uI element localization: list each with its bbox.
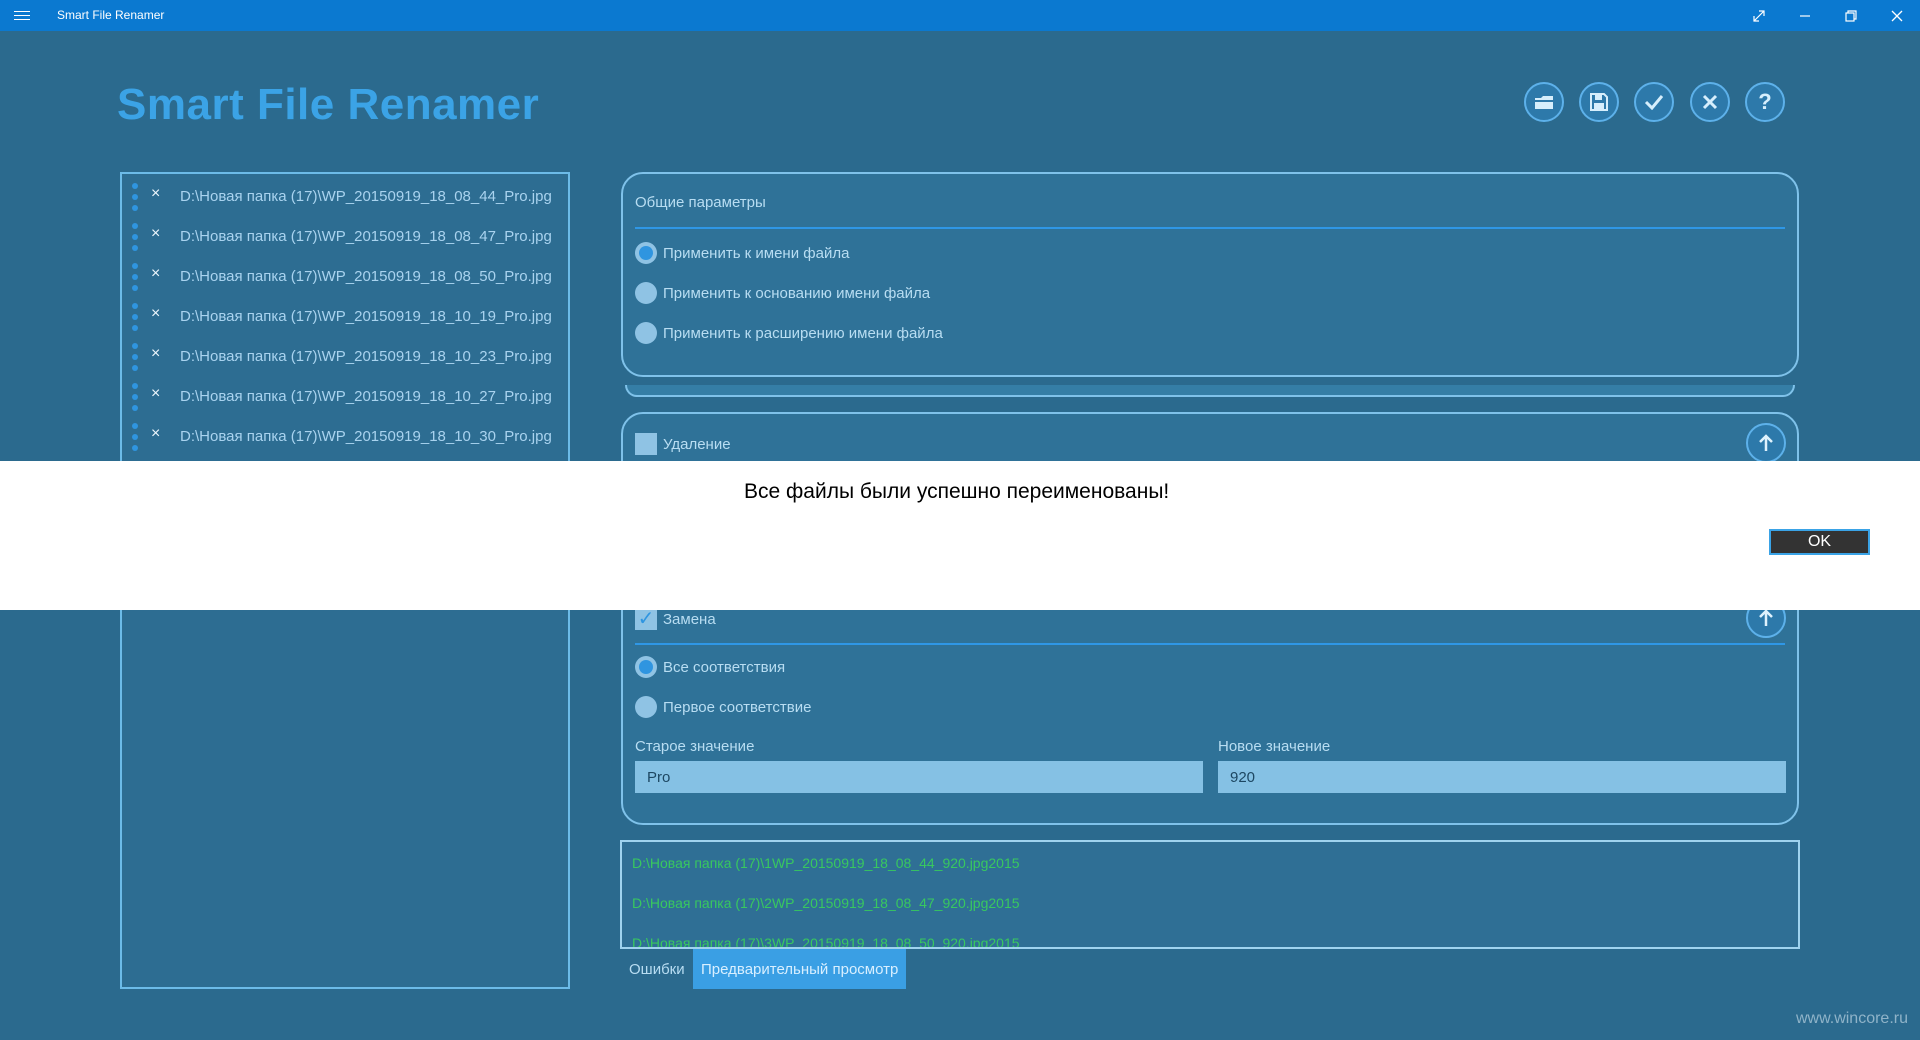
replace-label: Замена: [663, 611, 716, 628]
open-folder-button[interactable]: [1524, 82, 1564, 122]
check-icon: [1644, 95, 1664, 110]
dialog-message: Все файлы были успешно переименованы!: [744, 480, 1170, 503]
panel-peek: [625, 385, 1795, 397]
file-item[interactable]: × D:\Новая папка (17)\WP_20150919_18_08_…: [122, 256, 568, 296]
arrow-up-icon: [1759, 434, 1773, 451]
old-value-input[interactable]: [635, 761, 1203, 793]
file-path: D:\Новая папка (17)\WP_20150919_18_10_19…: [180, 308, 552, 325]
radio-label: Применить к имени файла: [663, 245, 850, 262]
fullscreen-button[interactable]: [1736, 0, 1782, 31]
file-item[interactable]: × D:\Новая папка (17)\WP_20150919_18_10_…: [122, 296, 568, 336]
divider: [635, 227, 1785, 229]
minimize-button[interactable]: [1782, 0, 1828, 31]
new-value-input[interactable]: [1218, 761, 1786, 793]
radio-first-match[interactable]: [635, 696, 657, 718]
file-item[interactable]: × D:\Новая папка (17)\WP_20150919_18_10_…: [122, 376, 568, 416]
help-icon: ?: [1758, 89, 1772, 114]
radio-label: Первое соответствие: [663, 699, 812, 716]
new-value-label: Новое значение: [1218, 738, 1331, 755]
radio-label: Применить к расширению имени файла: [663, 325, 943, 342]
folder-icon: [1535, 96, 1553, 109]
file-path: D:\Новая папка (17)\WP_20150919_18_10_23…: [180, 348, 552, 365]
tab-errors[interactable]: Ошибки: [621, 949, 693, 989]
delete-checkbox[interactable]: [635, 433, 657, 455]
window-title: Smart File Renamer: [57, 8, 165, 22]
preview-line: D:\Новая папка (17)\3WP_20150919_18_08_5…: [632, 935, 1020, 949]
drag-handle-icon[interactable]: [132, 383, 138, 411]
panel-title: Общие параметры: [635, 194, 766, 211]
remove-file-icon[interactable]: ×: [151, 185, 160, 203]
file-path: D:\Новая папка (17)\WP_20150919_18_08_50…: [180, 268, 552, 285]
drag-handle-icon[interactable]: [132, 223, 138, 251]
drag-handle-icon[interactable]: [132, 343, 138, 371]
radio-apply-basename[interactable]: [635, 282, 657, 304]
drag-handle-icon[interactable]: [132, 423, 138, 451]
preview-line: D:\Новая папка (17)\2WP_20150919_18_08_4…: [632, 895, 1020, 911]
preview-line: D:\Новая папка (17)\1WP_20150919_18_08_4…: [632, 855, 1020, 871]
remove-file-icon[interactable]: ×: [151, 425, 160, 443]
clear-button[interactable]: [1690, 82, 1730, 122]
file-path: D:\Новая папка (17)\WP_20150919_18_10_30…: [180, 428, 552, 445]
file-item[interactable]: × D:\Новая папка (17)\WP_20150919_18_10_…: [122, 336, 568, 376]
close-window-button[interactable]: [1874, 0, 1920, 31]
drag-handle-icon[interactable]: [132, 263, 138, 291]
radio-apply-extension[interactable]: [635, 322, 657, 344]
file-path: D:\Новая папка (17)\WP_20150919_18_10_27…: [180, 388, 552, 405]
file-path: D:\Новая папка (17)\WP_20150919_18_08_47…: [180, 228, 552, 245]
file-path: D:\Новая папка (17)\WP_20150919_18_08_44…: [180, 188, 552, 205]
delete-label: Удаление: [663, 436, 731, 453]
arrow-up-icon: [1759, 609, 1773, 626]
app-title: Smart File Renamer: [117, 80, 540, 129]
old-value-label: Старое значение: [635, 738, 755, 755]
restore-icon: [1845, 9, 1857, 22]
file-item[interactable]: × D:\Новая папка (17)\WP_20150919_18_10_…: [122, 416, 568, 456]
hamburger-icon[interactable]: [14, 8, 30, 22]
close-icon: [1702, 94, 1718, 110]
save-button[interactable]: [1579, 82, 1619, 122]
preview-list[interactable]: D:\Новая папка (17)\1WP_20150919_18_08_4…: [620, 840, 1800, 949]
expand-icon: [1753, 9, 1765, 22]
drag-handle-icon[interactable]: [132, 183, 138, 211]
move-up-button[interactable]: [1746, 423, 1786, 463]
remove-file-icon[interactable]: ×: [151, 305, 160, 323]
file-item[interactable]: × D:\Новая папка (17)\WP_20150919_18_08_…: [122, 176, 568, 216]
minimize-icon: [1800, 14, 1810, 17]
watermark: www.wincore.ru: [1795, 1010, 1908, 1027]
radio-label: Применить к основанию имени файла: [663, 285, 931, 302]
drag-handle-icon[interactable]: [132, 303, 138, 331]
remove-file-icon[interactable]: ×: [151, 225, 160, 243]
close-icon: [1891, 10, 1903, 21]
help-button[interactable]: ?: [1745, 82, 1785, 122]
ok-button[interactable]: OK: [1769, 529, 1870, 555]
success-dialog: Все файлы были успешно переименованы! OK: [0, 461, 1920, 610]
radio-label: Все соответствия: [663, 659, 786, 676]
radio-apply-filename[interactable]: [635, 242, 657, 264]
title-bar: Smart File Renamer: [0, 0, 1920, 31]
radio-all-matches[interactable]: [635, 656, 657, 678]
general-params-panel: Общие параметры Применить к имени файла …: [621, 172, 1799, 377]
apply-button[interactable]: [1634, 82, 1674, 122]
divider: [635, 643, 1785, 645]
tab-preview[interactable]: Предварительный просмотр: [693, 949, 907, 989]
remove-file-icon[interactable]: ×: [151, 265, 160, 283]
replace-panel: ✓ Замена Все соответствия Первое соответ…: [621, 585, 1799, 825]
replace-checkbox[interactable]: ✓: [635, 608, 657, 630]
remove-file-icon[interactable]: ×: [151, 345, 160, 363]
remove-file-icon[interactable]: ×: [151, 385, 160, 403]
save-icon: [1590, 93, 1608, 111]
file-item[interactable]: × D:\Новая папка (17)\WP_20150919_18_08_…: [122, 216, 568, 256]
restore-button[interactable]: [1828, 0, 1874, 31]
